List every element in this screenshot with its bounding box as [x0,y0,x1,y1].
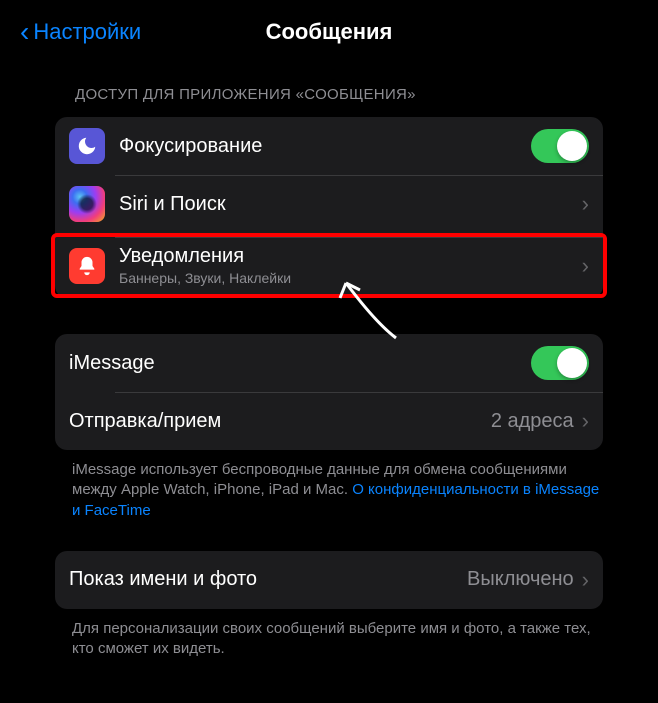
profile-group: Показ имени и фото Выключено › [55,551,603,609]
row-send-receive[interactable]: Отправка/прием 2 адреса › [55,392,603,450]
focus-label: Фокусирование [119,135,531,158]
toggle-knob [557,131,587,161]
row-notifications[interactable]: Уведомления Баннеры, Звуки, Наклейки › [51,233,607,298]
bell-icon [69,248,105,284]
profile-footer: Для персонализации своих сообщений выбер… [0,609,658,660]
row-imessage[interactable]: iMessage [55,334,603,392]
notifications-sublabel: Баннеры, Звуки, Наклейки [119,270,582,286]
imessage-toggle[interactable] [531,346,589,380]
row-name-photo[interactable]: Показ имени и фото Выключено › [55,551,603,609]
name-photo-value: Выключено [467,568,574,591]
nav-header: ‹ Настройки Сообщения [0,0,658,60]
section-header-access: ДОСТУП ДЛЯ ПРИЛОЖЕНИЯ «СООБЩЕНИЯ» [0,60,658,111]
back-button[interactable]: ‹ Настройки [20,18,141,46]
back-label: Настройки [33,19,141,45]
row-focus[interactable]: Фокусирование [55,117,603,175]
row-siri[interactable]: Siri и Поиск › [55,175,603,233]
notifications-label: Уведомления [119,245,582,268]
imessage-label: iMessage [69,352,531,375]
imessage-group: iMessage Отправка/прием 2 адреса › [55,334,603,450]
chevron-left-icon: ‹ [20,18,29,46]
chevron-right-icon: › [582,567,589,593]
chevron-right-icon: › [582,191,589,217]
moon-icon [69,128,105,164]
access-group: Фокусирование Siri и Поиск › Уведомления… [55,117,603,298]
send-receive-label: Отправка/прием [69,410,491,433]
send-receive-value: 2 адреса [491,410,574,433]
siri-label: Siri и Поиск [119,193,582,216]
siri-icon [69,186,105,222]
name-photo-label: Показ имени и фото [69,568,467,591]
toggle-knob [557,348,587,378]
chevron-right-icon: › [582,408,589,434]
page-title: Сообщения [266,19,393,45]
imessage-footer: iMessage использует беспроводные данные … [0,450,658,521]
focus-toggle[interactable] [531,129,589,163]
chevron-right-icon: › [582,253,589,279]
